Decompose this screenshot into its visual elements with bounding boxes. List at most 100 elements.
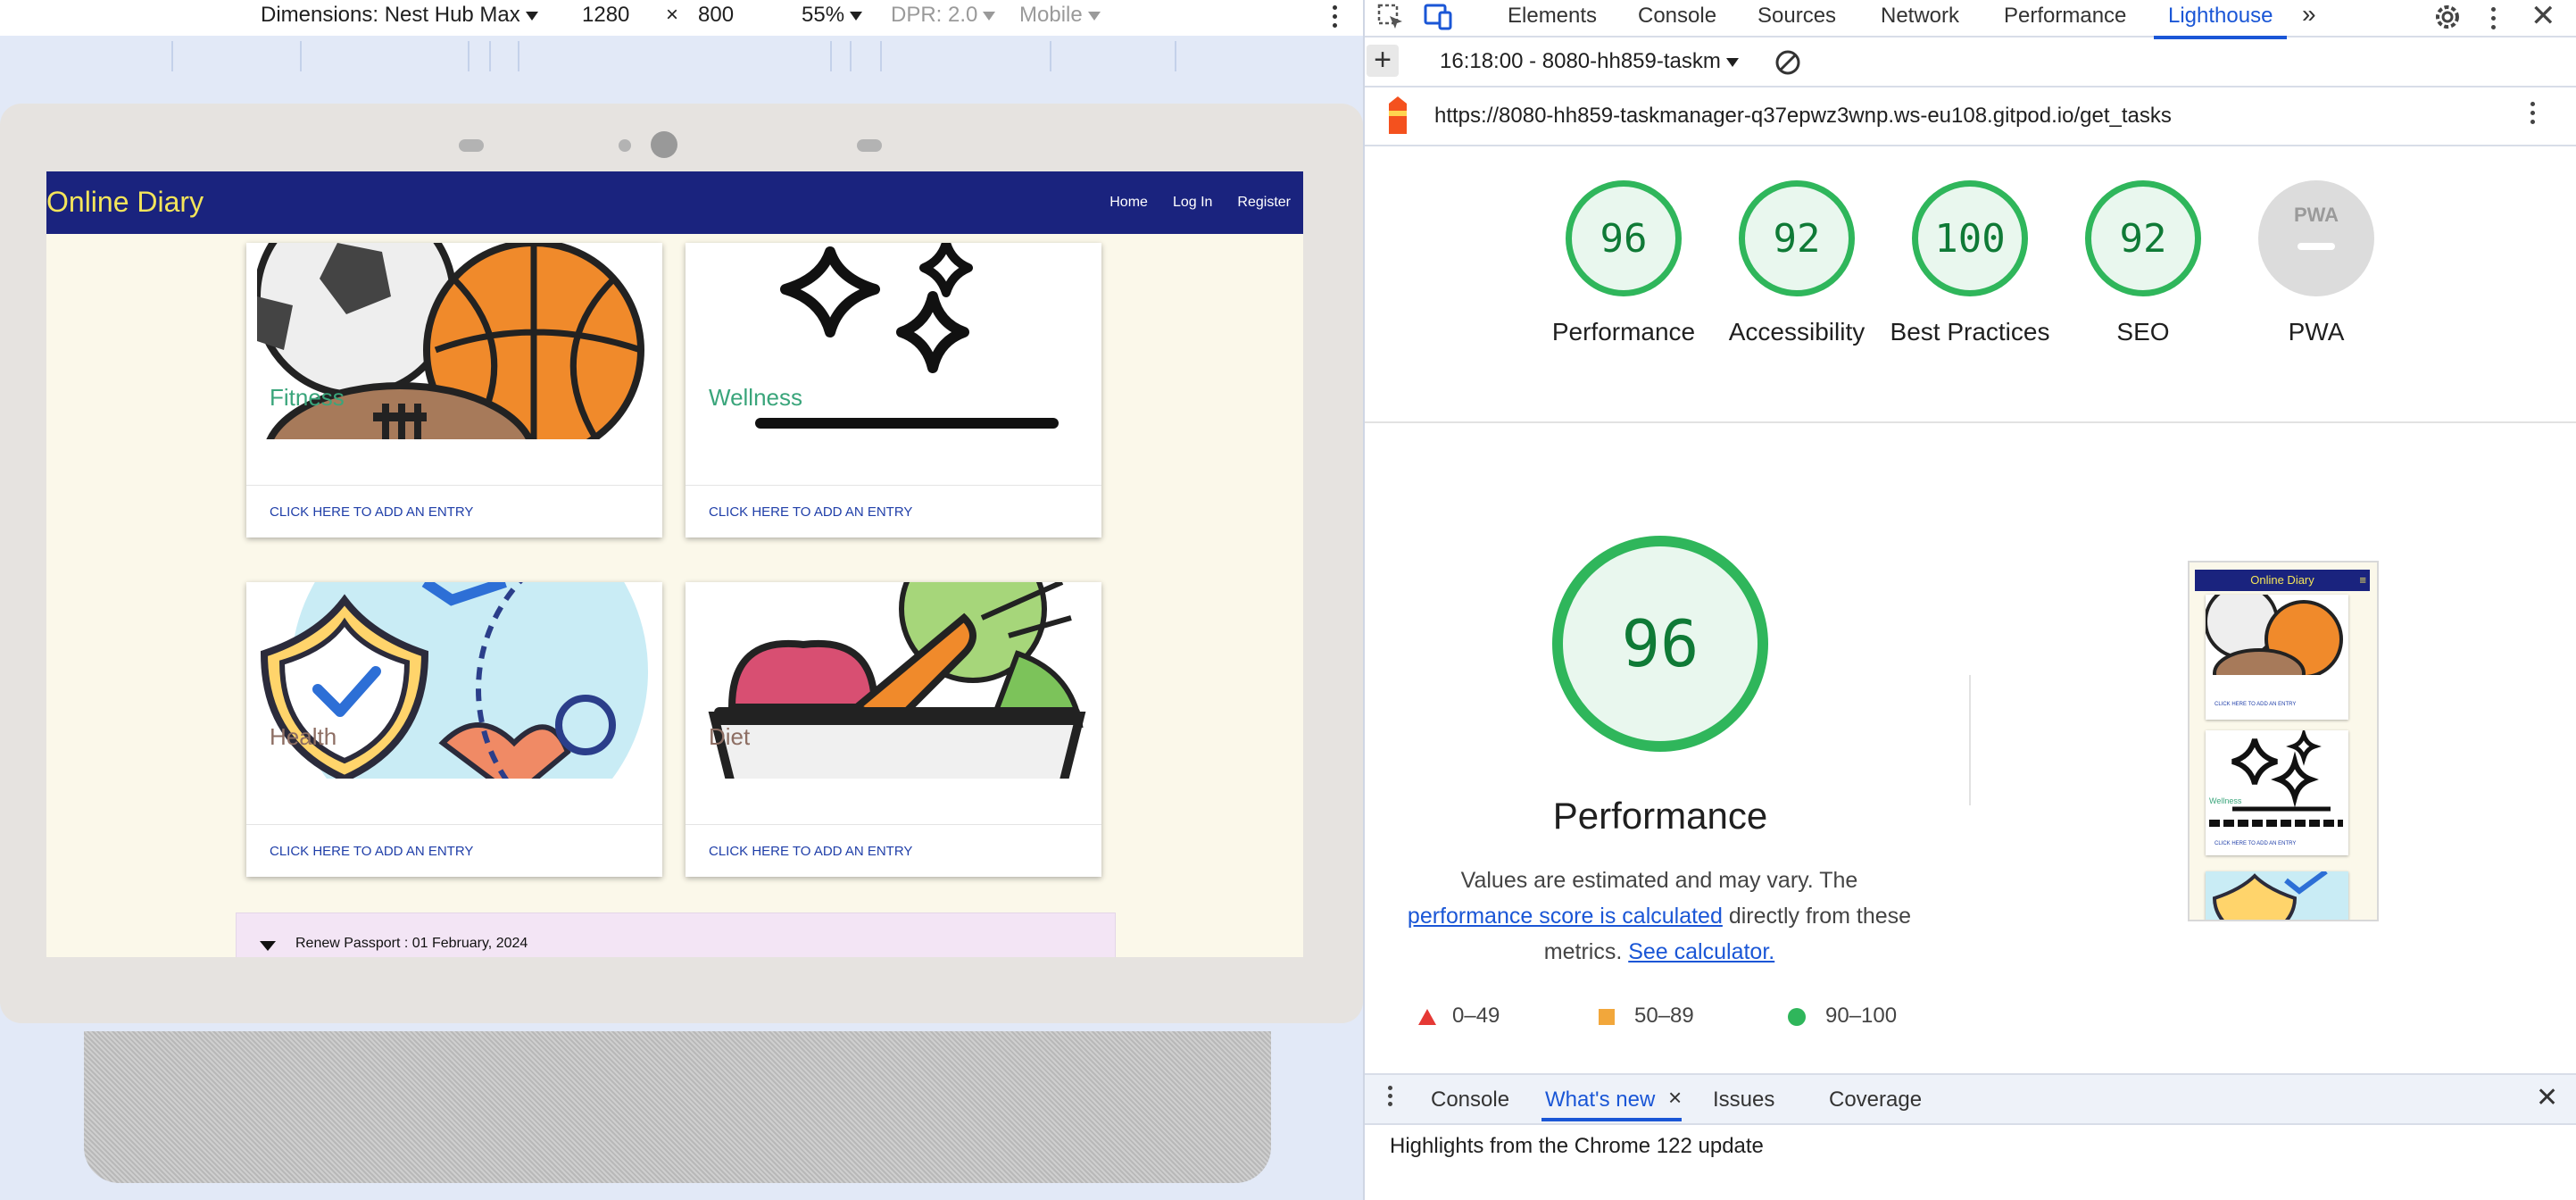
inspect-element-icon[interactable] (1377, 4, 1404, 30)
report-select-label: 16:18:00 - 8080-hh859-taskm (1440, 49, 1721, 73)
thumb-card-title: Wellness (2209, 796, 2242, 805)
dpr-label: DPR: 2.0 (891, 3, 978, 27)
thumb-card (2206, 871, 2348, 920)
thumb-brand: Online Diary (2250, 573, 2314, 587)
legend-average: 50–89 (1599, 1004, 1694, 1029)
performance-big-gauge: 96 (1552, 536, 1768, 752)
settings-gear-icon[interactable] (2432, 2, 2463, 32)
app-navbar: Online Diary Home Log In Register (46, 171, 1303, 234)
more-options-icon[interactable] (2491, 7, 2496, 29)
gauge-seo[interactable]: 92 (2085, 180, 2201, 296)
performance-note: Values are estimated and may vary. The p… (1400, 862, 1918, 970)
final-screenshot-thumbnail[interactable]: Online Diary ≡ CLICK HERE TO ADD AN ENTRY… (2188, 561, 2379, 921)
performance-title: Performance (1552, 795, 1768, 837)
times-separator: × (666, 3, 679, 27)
devtools-tab-bar: Elements Console Sources Network Perform… (1365, 0, 2576, 39)
dimensions-label: Dimensions: Nest Hub Max (261, 3, 520, 27)
section-divider (1365, 421, 2576, 423)
tab-elements[interactable]: Elements (1508, 4, 1597, 29)
tab-console[interactable]: Console (1638, 4, 1716, 29)
square-icon (1599, 1008, 1615, 1025)
width-input[interactable]: 1280 (582, 3, 629, 28)
gauge-value: 92 (2119, 215, 2167, 262)
circle-icon (1788, 1007, 1806, 1026)
more-options-icon[interactable] (1333, 5, 1338, 32)
task-accordion[interactable]: Renew Passport : 01 February, 2024 (236, 912, 1116, 957)
device-toolbar-icon[interactable] (1424, 4, 1454, 30)
see-calculator-link[interactable]: See calculator. (1628, 939, 1774, 964)
gauge-label: SEO (2116, 318, 2170, 346)
throttle-dropdown[interactable]: Mobile (1019, 3, 1101, 28)
gauge-pwa[interactable]: PWA (2258, 180, 2374, 296)
tab-performance[interactable]: Performance (2004, 4, 2126, 29)
thumb-cta: CLICK HERE TO ADD AN ENTRY (2215, 702, 2297, 707)
gauge-label: Accessibility (1728, 318, 1866, 346)
tab-sources[interactable]: Sources (1757, 4, 1836, 29)
thumb-wave (2209, 820, 2343, 827)
nav-home[interactable]: Home (1109, 195, 1148, 211)
pwa-badge: PWA (2293, 204, 2339, 226)
task-label: Renew Passport : 01 February, 2024 (295, 936, 528, 951)
thumb-cta: CLICK HERE TO ADD AN ENTRY (2215, 841, 2297, 846)
card-title: Fitness (270, 384, 345, 411)
drawer-tab-console[interactable]: Console (1431, 1088, 1509, 1112)
legend-label: 50–89 (1634, 1004, 1694, 1028)
category-card-health[interactable]: Health CLICK HERE TO ADD AN ENTRY (246, 582, 662, 877)
nav-register[interactable]: Register (1237, 195, 1291, 211)
drawer-tab-whats-new[interactable]: What's new (1541, 1088, 1683, 1121)
drawer-tab-issues[interactable]: Issues (1713, 1088, 1774, 1112)
score-calculated-link[interactable]: performance score is calculated (1408, 904, 1723, 929)
gauge-performance[interactable]: 96 (1566, 180, 1682, 296)
divider (686, 824, 1101, 825)
chevron-down-icon (983, 11, 996, 21)
divider (246, 485, 662, 486)
dpr-dropdown[interactable]: DPR: 2.0 (891, 3, 996, 28)
add-entry-link[interactable]: CLICK HERE TO ADD AN ENTRY (709, 844, 912, 859)
dimensions-dropdown[interactable]: Dimensions: Nest Hub Max (261, 3, 538, 28)
legend-fail: 0–49 (1418, 1004, 1500, 1029)
more-tabs-icon[interactable]: » (2302, 0, 2316, 29)
add-entry-link[interactable]: CLICK HERE TO ADD AN ENTRY (270, 504, 473, 520)
caret-down-icon[interactable] (260, 941, 276, 951)
card-title: Wellness (709, 384, 803, 411)
more-options-icon[interactable] (2530, 102, 2535, 124)
chevron-down-icon (850, 11, 863, 21)
zoom-label: 55% (802, 3, 845, 27)
height-input[interactable]: 800 (698, 3, 734, 28)
gauge-label: Performance (1551, 318, 1696, 346)
gauge-label: Best Practices (1890, 318, 2050, 346)
card-title: Health (270, 723, 337, 750)
clear-reports-icon[interactable] (1774, 48, 1802, 77)
close-tab-icon[interactable]: × (1668, 1084, 1682, 1112)
category-card-wellness[interactable]: Wellness CLICK HERE TO ADD AN ENTRY (686, 243, 1101, 538)
diet-image (696, 582, 1091, 779)
drawer-menu-icon[interactable] (1388, 1086, 1392, 1106)
add-entry-link[interactable]: CLICK HERE TO ADD AN ENTRY (270, 844, 473, 859)
brand-logo[interactable]: Online Diary (46, 186, 204, 219)
triangle-icon (1418, 1008, 1436, 1025)
category-card-fitness[interactable]: Fitness CLICK HERE TO ADD AN ENTRY (246, 243, 662, 538)
close-drawer-icon[interactable]: ✕ (2536, 1082, 2558, 1113)
legend-label: 90–100 (1825, 1004, 1898, 1028)
gauge-label: PWA (2288, 318, 2345, 346)
chevron-down-icon (1725, 57, 1739, 67)
gauge-value: 96 (1600, 215, 1648, 262)
nav-login[interactable]: Log In (1173, 195, 1212, 211)
add-entry-link[interactable]: CLICK HERE TO ADD AN ENTRY (709, 504, 912, 520)
devtools-drawer-tabs: Console What's new × Issues Coverage ✕ (1365, 1073, 2576, 1125)
category-card-diet[interactable]: Diet CLICK HERE TO ADD AN ENTRY (686, 582, 1101, 877)
add-report-icon[interactable]: + (1367, 45, 1399, 77)
tab-lighthouse[interactable]: Lighthouse (2153, 4, 2288, 39)
legend-label: 0–49 (1452, 1004, 1500, 1028)
tab-network[interactable]: Network (1881, 4, 1959, 29)
close-icon[interactable]: ✕ (2530, 0, 2556, 34)
media-query-ruler[interactable] (0, 38, 1363, 71)
report-select[interactable]: 16:18:00 - 8080-hh859-taskm (1440, 49, 1739, 74)
nav-links: Home Log In Register (1109, 195, 1291, 211)
audited-url: https://8080-hh859-taskmanager-q37epwz3w… (1434, 104, 2172, 128)
zoom-dropdown[interactable]: 55% (802, 3, 863, 28)
gauge-accessibility[interactable]: 92 (1739, 180, 1855, 296)
drawer-tab-coverage[interactable]: Coverage (1829, 1088, 1922, 1112)
device-stand (84, 1031, 1271, 1183)
gauge-best-practices[interactable]: 100 (1912, 180, 2028, 296)
